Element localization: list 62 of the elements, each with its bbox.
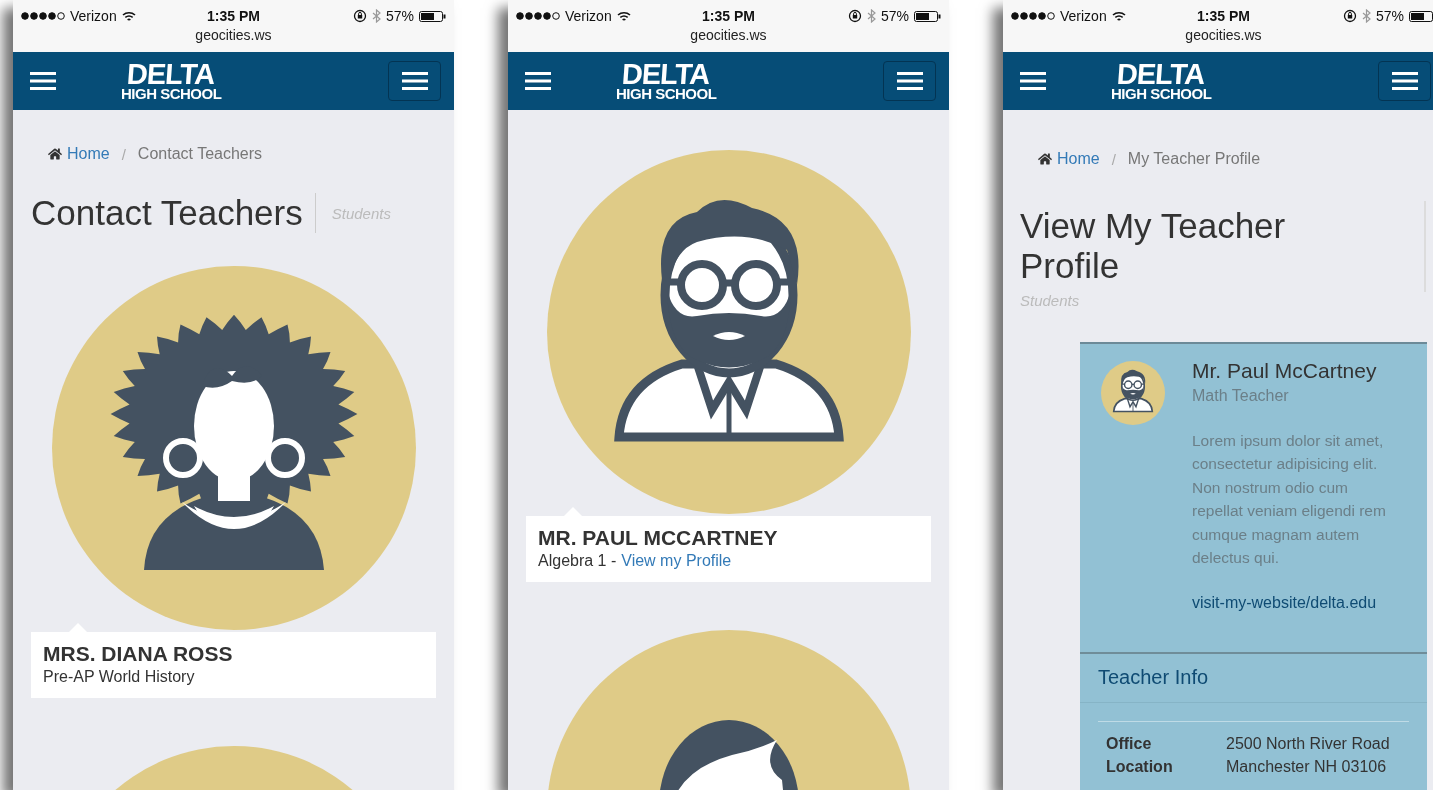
battery-percent: 57% bbox=[1375, 8, 1404, 24]
avatar-drawing bbox=[1101, 360, 1165, 425]
profile-link[interactable]: View my Profile bbox=[621, 552, 732, 570]
school-logo[interactable]: DELTA HIGH SCHOOL bbox=[1111, 61, 1212, 101]
status-time: 1:35 PM bbox=[702, 8, 755, 24]
menu-icon bbox=[401, 71, 428, 91]
teacher-name: MRS. DIANA ROSS bbox=[43, 642, 234, 667]
menu-toggle-button[interactable] bbox=[1378, 61, 1431, 101]
signal-icon bbox=[516, 12, 560, 20]
teacher-subject: Algebra 1 - bbox=[538, 552, 617, 570]
profile-name: Mr. Paul McCartney bbox=[1192, 358, 1378, 383]
home-icon bbox=[1038, 152, 1052, 166]
profile-bio: Lorem ipsum dolor sit amet, consectetur adipisicing elit. Non nostrum odio cum repellat veniam eligendi rem cumque magnam autem delectus qui. bbox=[1192, 430, 1387, 568]
rotation-lock-icon bbox=[847, 9, 862, 23]
menu-icon bbox=[525, 71, 551, 91]
page-title: Contact Teachers bbox=[31, 193, 303, 234]
menu-icon bbox=[1391, 71, 1418, 91]
address-bar-url[interactable]: geocities.ws bbox=[1185, 27, 1262, 43]
info-label: Office Location bbox=[1106, 733, 1174, 777]
menu-icon bbox=[1020, 71, 1046, 91]
breadcrumb-current: My Teacher Profile bbox=[1127, 150, 1261, 168]
address-bar-url[interactable]: geocities.ws bbox=[690, 27, 767, 43]
breadcrumb-separator: / bbox=[120, 145, 127, 163]
status-time: 1:35 PM bbox=[207, 8, 260, 24]
menu-toggle-button[interactable] bbox=[388, 61, 441, 101]
menu-icon bbox=[896, 71, 923, 91]
website-link[interactable]: visit-my-website/delta.edu bbox=[1192, 593, 1403, 612]
address-bar-url[interactable]: geocities.ws bbox=[195, 27, 272, 43]
school-logo[interactable]: DELTA HIGH SCHOOL bbox=[616, 61, 717, 101]
status-time: 1:35 PM bbox=[1197, 8, 1250, 24]
info-heading: Teacher Info bbox=[1080, 653, 1427, 703]
menu-toggle-button[interactable] bbox=[883, 61, 936, 101]
breadcrumb-separator: / bbox=[1110, 150, 1117, 168]
teacher-subject: Pre-AP World History bbox=[43, 668, 195, 687]
home-link[interactable]: Home bbox=[1038, 150, 1100, 168]
school-logo[interactable]: DELTA HIGH SCHOOL bbox=[121, 61, 222, 101]
carrier-name: Verizon bbox=[565, 8, 612, 24]
breadcrumb-current: Contact Teachers bbox=[137, 145, 263, 163]
battery-percent: 57% bbox=[385, 8, 414, 24]
wifi-icon bbox=[121, 10, 136, 22]
bluetooth-icon bbox=[371, 9, 381, 23]
home-icon bbox=[48, 147, 62, 161]
page-title: View My Teacher Profile bbox=[1020, 206, 1287, 287]
home-link[interactable]: Home bbox=[48, 145, 110, 163]
carrier-name: Verizon bbox=[70, 8, 117, 24]
rotation-lock-icon bbox=[1342, 9, 1357, 23]
wifi-icon bbox=[1111, 10, 1126, 22]
rotation-lock-icon bbox=[352, 9, 367, 23]
carrier-name: Verizon bbox=[1060, 8, 1107, 24]
wifi-icon bbox=[616, 10, 631, 22]
signal-icon bbox=[21, 12, 65, 20]
battery-icon bbox=[1409, 10, 1433, 22]
battery-icon bbox=[419, 10, 446, 22]
battery-icon bbox=[914, 10, 941, 22]
bluetooth-icon bbox=[866, 9, 876, 23]
battery-percent: 57% bbox=[880, 8, 909, 24]
teacher-name: MR. PAUL MCCARTNEY bbox=[538, 526, 779, 550]
bluetooth-icon bbox=[1361, 9, 1371, 23]
profile-role: Math Teacher bbox=[1192, 386, 1290, 405]
menu-icon bbox=[30, 71, 56, 91]
signal-icon bbox=[1011, 12, 1055, 20]
info-value: 2500 North River Road Manchester NH 03106 bbox=[1226, 733, 1391, 777]
